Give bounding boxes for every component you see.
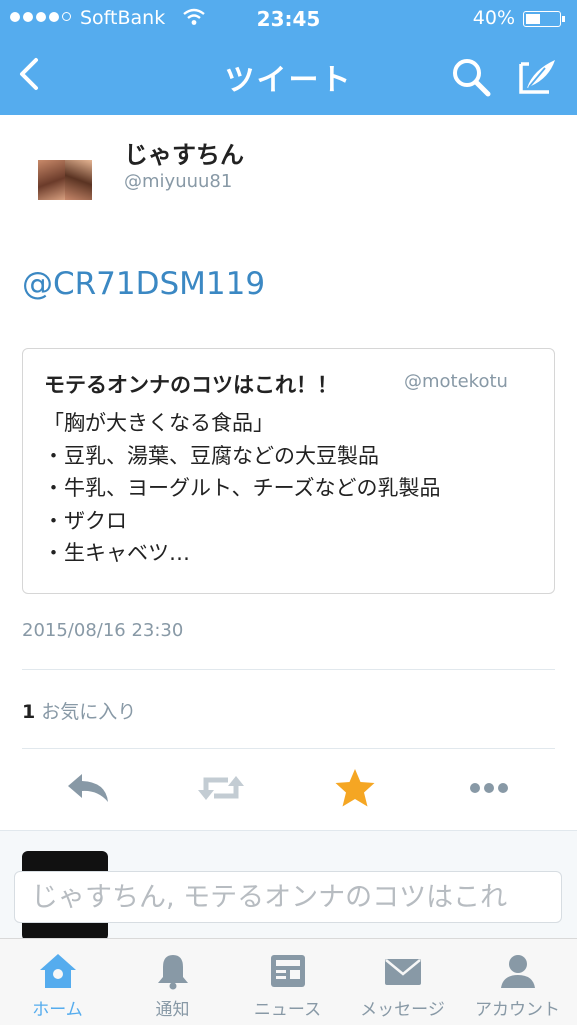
author-handle[interactable]: @miyuuu81: [124, 171, 232, 192]
tab-bar: ホーム 通知 ニュース メッセージ アカウント: [0, 938, 577, 1025]
quoted-tweet-card[interactable]: モテるオンナのコツはこれ！！ @motekotu 「胸が大きくなる食品」 ・豆乳…: [22, 348, 555, 594]
divider: [22, 748, 555, 749]
envelope-icon: [385, 959, 421, 985]
battery-percent: 40%: [472, 7, 515, 29]
tab-label: アカウント: [475, 1000, 560, 1020]
navigation-bar: ツイート: [0, 36, 577, 115]
tab-notifications[interactable]: 通知: [115, 939, 230, 1025]
favorites-count[interactable]: 1 お気に入り: [22, 697, 136, 724]
tab-account[interactable]: アカウント: [460, 939, 575, 1025]
favorites-number: 1: [22, 701, 36, 723]
tab-home[interactable]: ホーム: [0, 939, 115, 1025]
more-icon[interactable]: [464, 766, 514, 810]
person-icon: [501, 955, 535, 988]
quoted-line: ・牛乳、ヨーグルト、チーズなどの乳製品: [43, 476, 441, 500]
status-bar: SoftBank 23:45 40%: [0, 0, 577, 36]
reply-area: [0, 830, 577, 939]
tab-label: メッセージ: [360, 1000, 445, 1020]
reply-compose-box[interactable]: [14, 871, 562, 923]
quoted-line: 「胸が大きくなる食品」: [43, 411, 274, 435]
home-icon: [40, 954, 76, 988]
tab-messages[interactable]: メッセージ: [345, 939, 460, 1025]
tab-label: ホーム: [32, 1000, 83, 1020]
retweet-icon[interactable]: [196, 766, 246, 810]
author-display-name[interactable]: じゃすちん: [124, 135, 244, 170]
quoted-line: ・豆乳、湯葉、豆腐などの大豆製品: [43, 443, 379, 468]
tweet-actions: [0, 760, 577, 820]
favorite-star-icon[interactable]: [330, 766, 380, 810]
quoted-author-handle: @motekotu: [404, 371, 508, 392]
avatar[interactable]: [38, 160, 92, 200]
reply-input[interactable]: [15, 872, 561, 922]
tab-label: ニュース: [253, 1000, 322, 1020]
bell-icon: [158, 955, 188, 990]
tab-label: 通知: [155, 1000, 190, 1020]
search-icon[interactable]: [450, 56, 492, 98]
tweet-timestamp: 2015/08/16 23:30: [22, 620, 184, 641]
divider: [22, 669, 555, 670]
compose-tweet-icon[interactable]: [515, 54, 559, 98]
reply-icon[interactable]: [64, 766, 114, 810]
tab-news[interactable]: ニュース: [230, 939, 345, 1025]
quoted-line: ・生キャベツ…: [43, 541, 190, 565]
news-icon: [271, 955, 305, 987]
favorites-label: お気に入り: [41, 701, 137, 723]
quoted-tweet-text: 「胸が大きくなる食品」 ・豆乳、湯葉、豆腐などの大豆製品 ・牛乳、ヨーグルト、チ…: [43, 407, 441, 570]
battery-icon: [523, 11, 565, 27]
tweet-mention-link[interactable]: @CR71DSM119: [22, 266, 265, 302]
quoted-author-name: モテるオンナのコツはこれ！！: [44, 373, 338, 397]
quoted-line: ・ザクロ: [43, 508, 127, 533]
